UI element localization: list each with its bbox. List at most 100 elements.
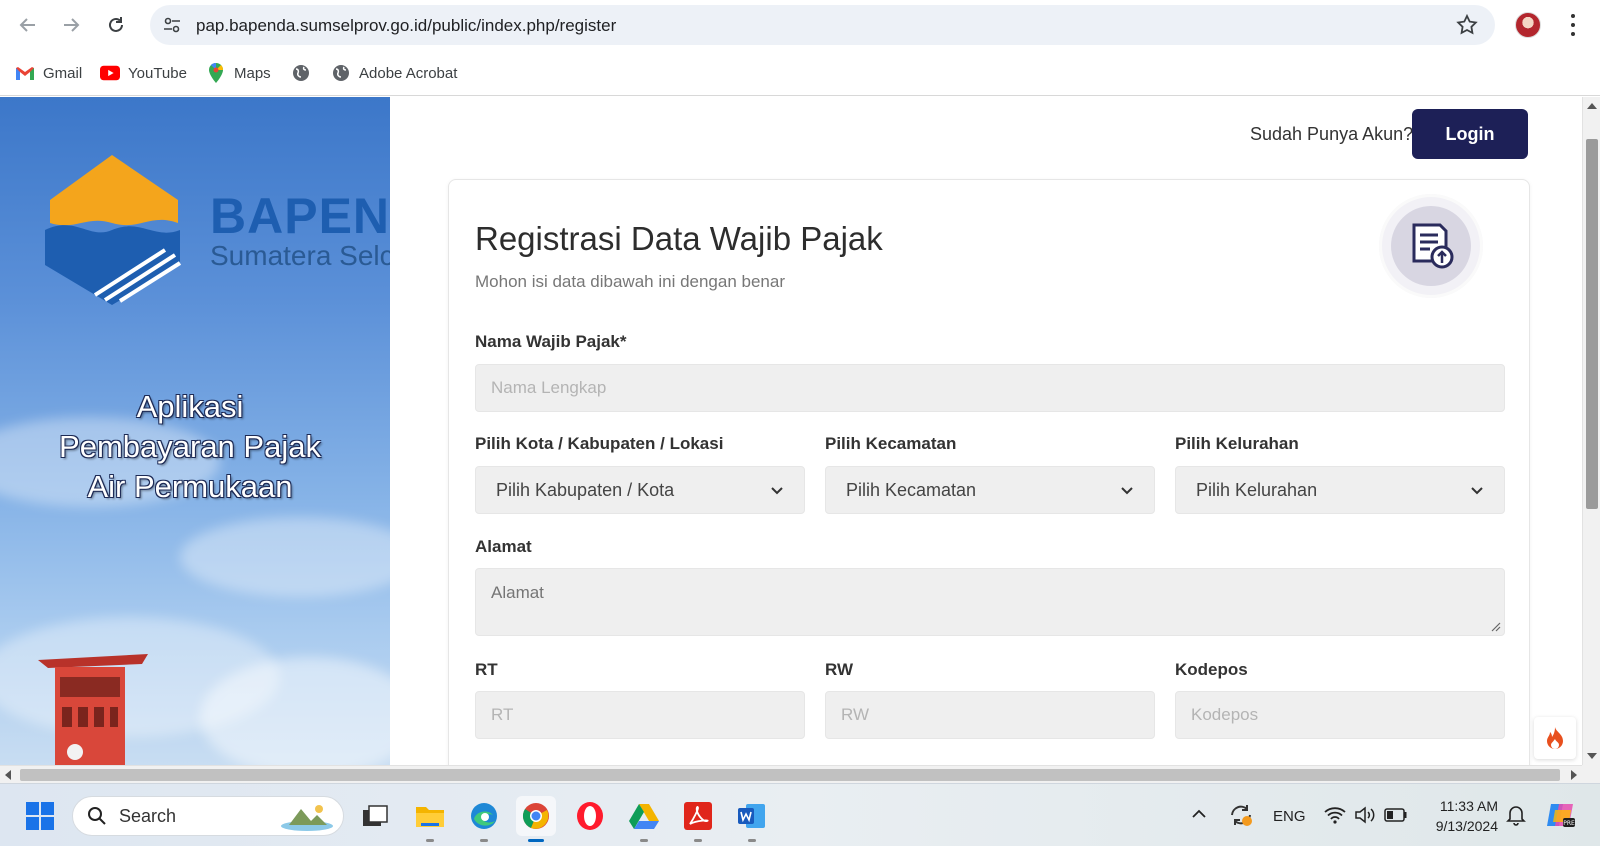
login-button[interactable]: Login (1412, 109, 1528, 159)
taskbar-search[interactable]: Search (72, 796, 344, 836)
document-upload-icon (1412, 223, 1454, 269)
bookmark-star-icon[interactable] (1455, 13, 1479, 37)
browser-menu-button[interactable] (1565, 12, 1581, 38)
wifi-icon[interactable] (1324, 806, 1346, 824)
system-clock[interactable]: 11:33 AM 9/13/2024 (1420, 796, 1498, 836)
google-drive-button[interactable] (624, 796, 664, 842)
back-arrow-icon (19, 18, 35, 32)
vertical-scrollbar[interactable] (1582, 97, 1600, 765)
reload-icon (109, 17, 123, 32)
brand-region: Sumatera Selc (210, 240, 390, 271)
chrome-icon (522, 803, 549, 829)
forward-button[interactable] (55, 9, 87, 41)
bookmark-maps[interactable]: Maps (206, 62, 271, 84)
fire-widget-button[interactable] (1534, 717, 1576, 759)
bookmark-label: YouTube (128, 64, 187, 82)
copilot-icon[interactable]: PRE (1545, 800, 1577, 830)
globe-icon (291, 63, 311, 83)
edge-icon (471, 803, 497, 829)
rt-label: RT (475, 660, 498, 679)
windows-logo-icon (26, 802, 54, 830)
bookmarks-bar: Gmail YouTube Maps Adobe Acrobat (0, 50, 1600, 96)
hero-title-line: Pembayaran Pajak (59, 429, 321, 464)
kecamatan-label: Pilih Kecamatan (825, 434, 957, 453)
bookmark-youtube[interactable]: YouTube (100, 62, 187, 84)
bookmark-adobe-acrobat[interactable]: Adobe Acrobat (331, 62, 457, 84)
bookmark-label: Adobe Acrobat (359, 64, 458, 82)
name-label: Nama Wajib Pajak* (475, 332, 627, 351)
clock-date: 9/13/2024 (1435, 818, 1498, 834)
kecamatan-select-value: Pilih Kecamatan (846, 479, 977, 500)
chevron-up-icon[interactable] (1191, 808, 1207, 820)
bookmark-gmail[interactable]: Gmail (15, 62, 82, 84)
horizontal-scrollbar[interactable] (0, 765, 1582, 783)
edge-button[interactable] (464, 796, 504, 842)
brand-name: BAPEND (210, 188, 390, 244)
search-label: Search (119, 805, 177, 826)
acrobat-button[interactable] (678, 796, 718, 842)
kelurahan-label: Pilih Kelurahan (1175, 434, 1299, 453)
url-text[interactable]: pap.bapenda.sumselprov.go.id/public/inde… (196, 16, 616, 36)
chevron-down-icon (1121, 487, 1133, 495)
bookmark-globe[interactable] (291, 62, 311, 84)
kelurahan-select-value: Pilih Kelurahan (1196, 479, 1318, 500)
name-input[interactable] (475, 364, 1505, 412)
registration-card: Registrasi Data Wajib Pajak Mohon isi da… (448, 179, 1530, 765)
address-bar[interactable]: pap.bapenda.sumselprov.go.id/public/inde… (150, 5, 1495, 45)
google-drive-icon (629, 804, 659, 829)
chevron-down-icon (1471, 487, 1483, 495)
reload-button[interactable] (100, 9, 132, 41)
gmail-icon (15, 63, 35, 83)
clock-time: 11:33 AM (1439, 798, 1498, 814)
kecamatan-select[interactable]: Pilih Kecamatan (825, 466, 1155, 514)
chrome-button[interactable] (516, 796, 556, 842)
form-subtitle: Mohon isi data dibawah ini dengan benar (475, 272, 786, 291)
globe-icon (331, 63, 351, 83)
back-button[interactable] (12, 9, 44, 41)
svg-text:PRE: PRE (1563, 820, 1575, 827)
task-view-icon (363, 805, 388, 826)
hero-title: Aplikasi Pembayaran Pajak Air Permukaan (30, 387, 350, 507)
kota-select-value: Pilih Kabupaten / Kota (496, 479, 675, 500)
notification-bell-icon[interactable] (1505, 804, 1527, 826)
hero-title-line: Air Permukaan (87, 469, 293, 504)
opera-button[interactable] (570, 796, 610, 836)
bookmark-label: Gmail (43, 64, 83, 82)
site-settings-icon[interactable] (162, 15, 182, 35)
registration-pane: Sudah Punya Akun? Login Registrasi Data … (390, 97, 1582, 765)
word-button[interactable] (732, 796, 772, 842)
maps-icon (206, 63, 226, 83)
volume-icon[interactable] (1354, 806, 1376, 824)
hero-panel: BAPEND Sumatera Selc Aplikasi Pembayaran… (0, 97, 390, 765)
kota-label: Pilih Kota / Kabupaten / Lokasi (475, 434, 724, 453)
profile-avatar[interactable] (1515, 12, 1541, 38)
file-explorer-button[interactable] (410, 796, 450, 842)
bookmark-label: Maps (234, 64, 271, 82)
battery-icon[interactable] (1384, 807, 1408, 823)
rw-input[interactable] (825, 691, 1155, 739)
clock-tower-image (38, 654, 148, 765)
rt-input[interactable] (475, 691, 805, 739)
sync-icon[interactable] (1228, 802, 1254, 828)
kota-select[interactable]: Pilih Kabupaten / Kota (475, 466, 805, 514)
task-view-button[interactable] (355, 796, 395, 836)
flame-icon (1547, 727, 1563, 749)
alamat-textarea[interactable] (475, 568, 1505, 636)
chevron-down-icon (771, 487, 783, 495)
have-account-text: Sudah Punya Akun? (1250, 124, 1414, 144)
kodepos-input[interactable] (1175, 691, 1505, 739)
kelurahan-select[interactable]: Pilih Kelurahan (1175, 466, 1505, 514)
adobe-acrobat-icon (684, 802, 712, 830)
rw-label: RW (825, 660, 854, 679)
browser-toolbar: pap.bapenda.sumselprov.go.id/public/inde… (0, 0, 1600, 50)
start-button[interactable] (20, 796, 60, 836)
kodepos-label: Kodepos (1175, 660, 1248, 679)
opera-icon (577, 802, 603, 830)
search-highlight-icon (281, 805, 333, 831)
resize-grip-icon[interactable] (1491, 622, 1501, 632)
language-indicator[interactable]: ENG (1273, 808, 1306, 825)
web-page: BAPEND Sumatera Selc Aplikasi Pembayaran… (0, 97, 1582, 765)
windows-taskbar: Search ENG 11:33 AM 9/13/2024 PRE (0, 783, 1600, 846)
forward-arrow-icon (64, 18, 80, 32)
document-badge (1379, 194, 1483, 298)
